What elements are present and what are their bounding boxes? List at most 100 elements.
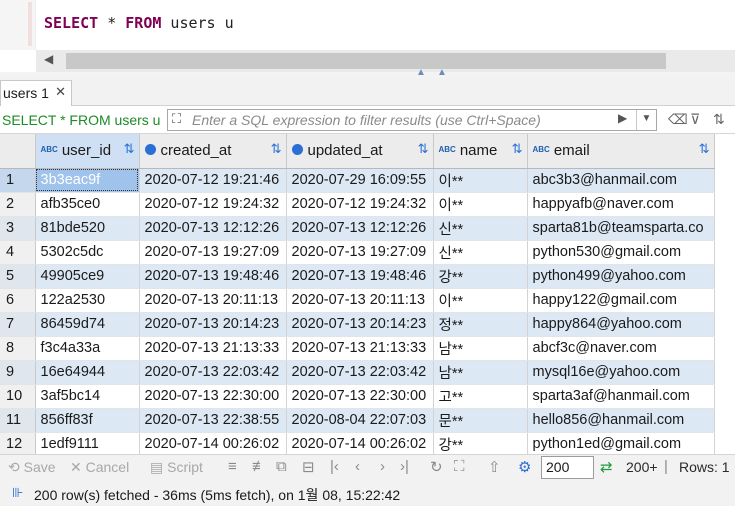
table-row[interactable]: 11 856ff83f 2020-07-13 22:38:55 2020-08-04 … (0, 408, 715, 433)
funnel-icon[interactable]: ⊽ (690, 111, 700, 128)
table-row[interactable]: 9 16e64944 2020-07-13 22:03:42 2020-07-13 2… (0, 360, 715, 385)
fetch-size-input[interactable]: 200 (541, 456, 594, 479)
cell-email[interactable]: sparta3af@hanmail.com (527, 384, 715, 409)
cell-user-id[interactable]: 49905ce9 (35, 264, 140, 289)
row-number[interactable]: 8 (0, 336, 36, 361)
sql-text[interactable]: SELECT * FROM users u (44, 14, 234, 32)
cell-user-id[interactable]: f3c4a33a (35, 336, 140, 361)
table-row[interactable]: 12 1edf9111 2020-07-14 00:26:02 2020-07-14 … (0, 432, 715, 454)
cell-created-at[interactable]: 2020-07-13 22:38:55 (139, 408, 287, 433)
cell-user-id[interactable]: 122a2530 (35, 288, 140, 313)
previous-page-icon[interactable]: ‹ (355, 458, 360, 475)
row-number[interactable]: 1 (0, 168, 36, 193)
maximize-results-icon[interactable]: ▲ (416, 67, 426, 78)
cell-name[interactable]: 문** (433, 408, 528, 433)
cell-updated-at[interactable]: 2020-07-13 19:27:09 (286, 240, 434, 265)
cell-email[interactable]: abcf3c@naver.com (527, 336, 715, 361)
row-number[interactable]: 4 (0, 240, 36, 265)
cell-created-at[interactable]: 2020-07-13 20:14:23 (139, 312, 287, 337)
export-icon[interactable]: ⇧ (488, 458, 501, 476)
row-number[interactable]: 10 (0, 384, 36, 409)
cell-email[interactable]: hello856@hanmail.com (527, 408, 715, 433)
table-row[interactable]: 7 86459d74 2020-07-13 20:14:23 2020-07-13 2… (0, 312, 715, 337)
expand-filter-icon[interactable]: ⛶ (172, 111, 181, 127)
scroll-left-icon[interactable]: ◀ (44, 52, 53, 66)
cell-name[interactable]: 남** (433, 336, 528, 361)
cell-name[interactable]: 이** (433, 168, 528, 193)
table-row[interactable]: 1 3b3eac9f 2020-07-12 19:21:46 2020-07-29 1… (0, 168, 715, 193)
cell-name[interactable]: 이** (433, 192, 528, 217)
row-number[interactable]: 2 (0, 192, 36, 217)
cell-user-id[interactable]: 1edf9111 (35, 432, 140, 454)
cell-user-id[interactable]: 81bde520 (35, 216, 140, 241)
cell-email[interactable]: mysql16e@yahoo.com (527, 360, 715, 385)
fetch-next-icon[interactable]: ⇄ (600, 458, 613, 476)
close-icon[interactable]: ✕ (55, 84, 66, 100)
cell-updated-at[interactable]: 2020-07-13 22:03:42 (286, 360, 434, 385)
results-grid[interactable]: ABC user_id ⇅ created_at ⇅ updated_at ⇅ ABC n… (0, 134, 735, 454)
cell-updated-at[interactable]: 2020-07-13 22:30:00 (286, 384, 434, 409)
save-button[interactable]: ⟲ Save (8, 459, 56, 476)
cell-name[interactable]: 이** (433, 288, 528, 313)
cell-email[interactable]: python499@yahoo.com (527, 264, 715, 289)
cell-user-id[interactable]: 16e64944 (35, 360, 140, 385)
cell-updated-at[interactable]: 2020-07-13 12:12:26 (286, 216, 434, 241)
cell-created-at[interactable]: 2020-07-14 00:26:02 (139, 432, 287, 454)
row-number[interactable]: 7 (0, 312, 36, 337)
cell-created-at[interactable]: 2020-07-12 19:24:32 (139, 192, 287, 217)
column-header-created-at[interactable]: created_at ⇅ (139, 134, 287, 169)
sort-filter-icon[interactable]: ⇅ (418, 141, 429, 157)
cell-updated-at[interactable]: 2020-07-13 21:13:33 (286, 336, 434, 361)
filter-input[interactable] (192, 111, 602, 129)
first-page-icon[interactable]: |‹ (330, 458, 339, 475)
table-row[interactable]: 2 afb35ce0 2020-07-12 19:24:32 2020-07-12 1… (0, 192, 715, 217)
last-page-icon[interactable]: ›| (400, 458, 409, 475)
fetch-settings-gear-icon[interactable]: ⚙ (518, 458, 531, 476)
cell-name[interactable]: 신** (433, 216, 528, 241)
script-button[interactable]: ▤ Script (150, 459, 203, 476)
row-number[interactable]: 3 (0, 216, 36, 241)
row-number[interactable]: 5 (0, 264, 36, 289)
table-row[interactable]: 6 122a2530 2020-07-13 20:11:13 2020-07-13 2… (0, 288, 715, 313)
cell-updated-at[interactable]: 2020-07-13 20:14:23 (286, 312, 434, 337)
cell-user-id[interactable]: 3b3eac9f (35, 168, 140, 193)
filter-settings-icon[interactable]: ⇅ (713, 111, 725, 128)
refresh-icon[interactable]: ↻ (430, 458, 443, 476)
cell-updated-at[interactable]: 2020-07-13 20:11:13 (286, 288, 434, 313)
cell-email[interactable]: python1ed@gmail.com (527, 432, 715, 454)
cell-email[interactable]: happy122@gmail.com (527, 288, 715, 313)
apply-filter-icon[interactable]: ▶ (618, 111, 627, 125)
column-header-updated-at[interactable]: updated_at ⇅ (286, 134, 434, 169)
cell-name[interactable]: 정** (433, 312, 528, 337)
cancel-button[interactable]: ✕ Cancel (70, 459, 129, 476)
cell-updated-at[interactable]: 2020-07-14 00:26:02 (286, 432, 434, 454)
cell-user-id[interactable]: afb35ce0 (35, 192, 140, 217)
column-header-name[interactable]: ABC name ⇅ (433, 134, 528, 169)
sort-filter-icon[interactable]: ⇅ (699, 141, 710, 157)
cell-email[interactable]: happy864@yahoo.com (527, 312, 715, 337)
cell-created-at[interactable]: 2020-07-13 21:13:33 (139, 336, 287, 361)
copy-row-icon[interactable]: ⧉ (276, 458, 287, 475)
sort-filter-icon[interactable]: ⇅ (512, 141, 523, 157)
column-header-user-id[interactable]: ABC user_id ⇅ (35, 134, 140, 169)
next-page-icon[interactable]: › (380, 458, 385, 475)
sort-filter-icon[interactable]: ⇅ (271, 141, 282, 157)
cell-user-id[interactable]: 5302c5dc (35, 240, 140, 265)
cell-name[interactable]: 고** (433, 384, 528, 409)
cell-updated-at[interactable]: 2020-07-29 16:09:55 (286, 168, 434, 193)
cell-email[interactable]: abc3b3@hanmail.com (527, 168, 715, 193)
cell-created-at[interactable]: 2020-07-13 12:12:26 (139, 216, 287, 241)
sql-editor[interactable]: SELECT * FROM users u ◀ (0, 0, 735, 72)
cell-user-id[interactable]: 856ff83f (35, 408, 140, 433)
cell-name[interactable]: 강** (433, 432, 528, 454)
fit-icon[interactable]: ⛶ (454, 458, 465, 475)
cell-name[interactable]: 신** (433, 240, 528, 265)
cell-updated-at[interactable]: 2020-07-12 19:24:32 (286, 192, 434, 217)
row-number-header[interactable] (0, 134, 36, 169)
cell-email[interactable]: happyafb@naver.com (527, 192, 715, 217)
row-number[interactable]: 11 (0, 408, 36, 433)
scrollbar-thumb[interactable] (66, 53, 666, 69)
cell-email[interactable]: sparta81b@teamsparta.co (527, 216, 715, 241)
editor-horizontal-scrollbar[interactable]: ◀ (36, 50, 735, 72)
restore-editor-icon[interactable]: ▲ (437, 67, 447, 78)
